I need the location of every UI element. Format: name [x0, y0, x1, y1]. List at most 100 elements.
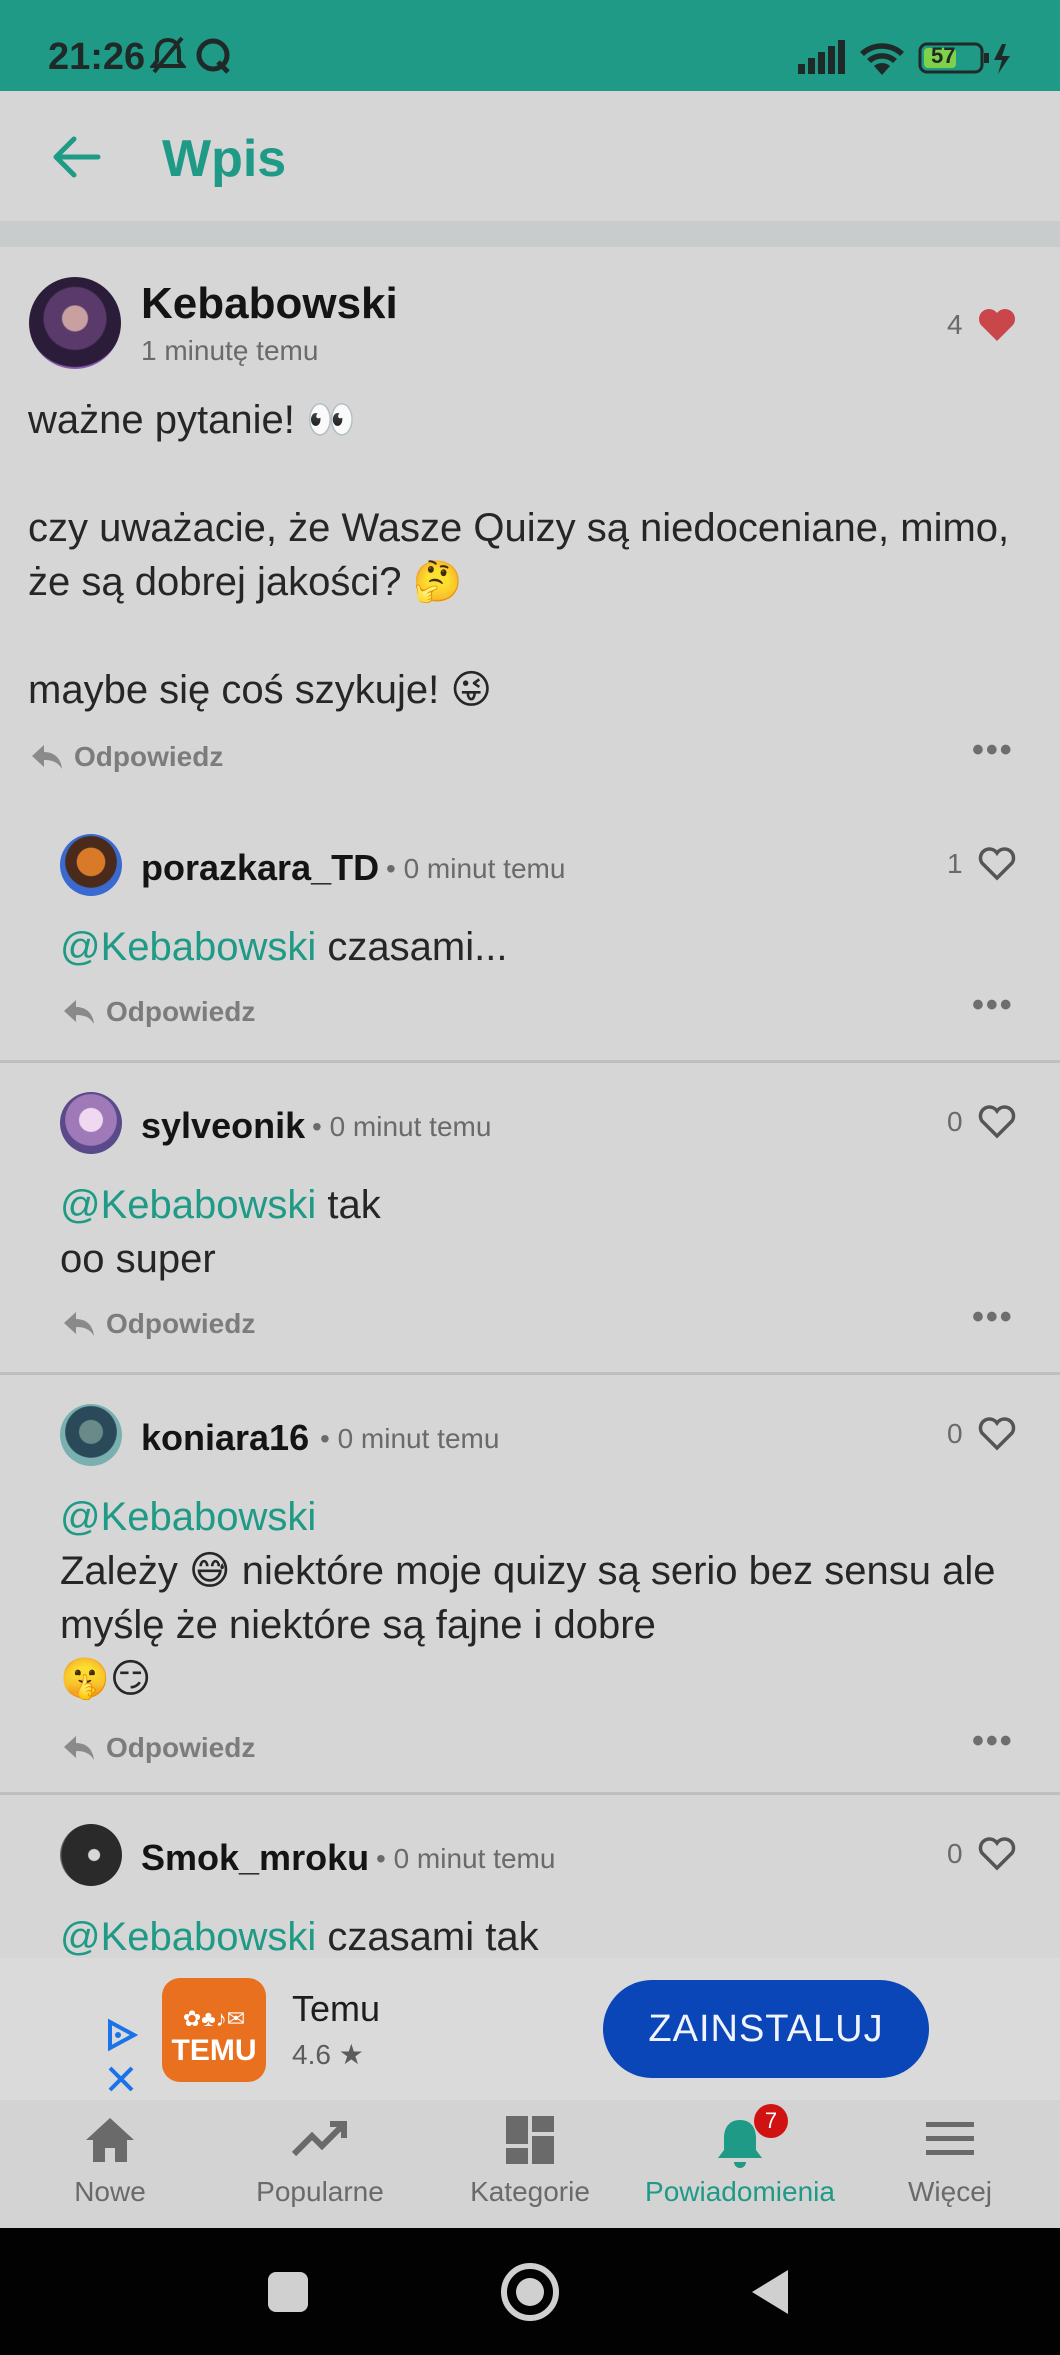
- home-button[interactable]: [500, 2262, 560, 2327]
- heart-outline-icon: [978, 1105, 1015, 1139]
- comment: koniara16 • 0 minut temu 0 @Kebabowski Z…: [0, 1380, 1060, 1792]
- reply-button[interactable]: Odpowiedz: [62, 1732, 255, 1764]
- post: Kebabowski 1 minutę temu 4 ważne pytanie…: [0, 247, 1060, 807]
- app-q-icon: [194, 36, 234, 81]
- comment-text: Zależy 😅 niektóre moje quizy są serio be…: [60, 1549, 996, 1701]
- comment-divider: [0, 1060, 1060, 1063]
- reply-label: Odpowiedz: [106, 1732, 256, 1763]
- back-button[interactable]: [748, 2266, 792, 2323]
- avatar[interactable]: [60, 1404, 122, 1466]
- comment-author[interactable]: koniara16: [141, 1417, 309, 1459]
- heart-outline-icon: [978, 847, 1015, 881]
- reply-button[interactable]: Odpowiedz: [30, 741, 223, 773]
- avatar[interactable]: [29, 277, 121, 369]
- comment-divider: [0, 1372, 1060, 1375]
- page-title: Wpis: [162, 130, 287, 188]
- nav-item-powiadomienia[interactable]: 7 Powiadomienia: [640, 2100, 840, 2228]
- dashboard-icon: [504, 2114, 556, 2171]
- comment-body: @Kebabowski tak oo super: [60, 1178, 1020, 1286]
- reply-label: Odpowiedz: [106, 996, 256, 1027]
- like-count: 0: [947, 1838, 963, 1869]
- section-divider: [0, 221, 1060, 247]
- battery-icon: 57: [918, 42, 1014, 81]
- more-options-icon[interactable]: •••: [972, 731, 1014, 770]
- menu-icon: [922, 2114, 978, 2167]
- comment: sylveonik • 0 minut temu 0 @Kebabowski t…: [0, 1068, 1060, 1373]
- trending-icon: [290, 2114, 350, 2171]
- mention[interactable]: @Kebabowski: [60, 1183, 316, 1227]
- like-count: 4: [947, 309, 963, 340]
- comment-body: @Kebabowski czasami...: [60, 920, 1020, 974]
- like-count: 0: [947, 1418, 963, 1449]
- nav-label: Powiadomienia: [645, 2176, 835, 2207]
- status-time: 21:26: [48, 36, 146, 78]
- like-button[interactable]: 4: [947, 307, 1017, 343]
- like-button[interactable]: 0: [947, 1104, 1017, 1140]
- like-button[interactable]: 1: [947, 846, 1017, 882]
- reply-button[interactable]: Odpowiedz: [62, 996, 255, 1028]
- notification-badge: 7: [754, 2104, 788, 2138]
- nav-item-popularne[interactable]: Popularne: [220, 2100, 420, 2228]
- nav-item-kategorie[interactable]: Kategorie: [430, 2100, 630, 2228]
- reply-button[interactable]: Odpowiedz: [62, 1308, 255, 1340]
- bottom-nav: Nowe Popularne Kategorie 7 Powiadomienia…: [0, 2100, 1060, 2228]
- comment: Smok_mroku • 0 minut temu 0 @Kebabowski …: [0, 1800, 1060, 1958]
- nav-item-nowe[interactable]: Nowe: [10, 2100, 210, 2228]
- post-body: ważne pytanie! 👀 czy uważacie, że Wasze …: [28, 398, 1010, 712]
- reply-icon: [64, 1312, 94, 1336]
- home-icon: [82, 2114, 138, 2171]
- wifi-icon: [858, 40, 906, 81]
- like-button[interactable]: 0: [947, 1416, 1017, 1452]
- ad-banner[interactable]: ✿♣♪✉ TEMU Temu 4.6 ★ ZAINSTALUJ: [0, 1958, 1060, 2100]
- comment-time: • 0 minut temu: [386, 853, 566, 884]
- comment-body: @Kebabowski czasami tak: [60, 1910, 1020, 1958]
- avatar[interactable]: [60, 1092, 122, 1154]
- close-ad-icon[interactable]: [106, 2064, 136, 2099]
- system-nav-bar: [0, 2228, 1060, 2355]
- ad-app-name: Temu: [292, 1988, 381, 2029]
- ad-rating: 4.6 ★: [292, 2039, 364, 2070]
- nav-label: Więcej: [907, 2176, 992, 2207]
- more-options-icon[interactable]: •••: [972, 986, 1014, 1025]
- temu-logo-text: TEMU: [171, 2034, 257, 2067]
- comment-author[interactable]: Smok_mroku: [141, 1837, 369, 1879]
- heart-outline-icon: [978, 1417, 1015, 1451]
- mention[interactable]: @Kebabowski: [60, 925, 316, 969]
- battery-level: 57: [931, 43, 956, 68]
- reply-label: Odpowiedz: [106, 1308, 256, 1339]
- comment-author[interactable]: sylveonik: [141, 1105, 305, 1147]
- post-author[interactable]: Kebabowski: [141, 279, 398, 329]
- comment: porazkara_TD • 0 minut temu 1 @Kebabowsk…: [0, 812, 1060, 1060]
- avatar[interactable]: [60, 834, 122, 896]
- comment-author[interactable]: porazkara_TD: [141, 847, 379, 889]
- temu-logo: ✿♣♪✉ TEMU: [162, 1978, 266, 2082]
- more-options-icon[interactable]: •••: [972, 1722, 1014, 1761]
- heart-outline-icon: [978, 1837, 1015, 1871]
- mention[interactable]: @Kebabowski: [60, 1915, 316, 1958]
- reply-icon: [32, 745, 62, 769]
- nav-label: Popularne: [256, 2176, 384, 2207]
- nav-item-wiecej[interactable]: Więcej: [850, 2100, 1050, 2228]
- signal-icon: [796, 40, 846, 79]
- like-count: 0: [947, 1106, 963, 1137]
- post-time: 1 minutę temu: [141, 335, 319, 366]
- back-arrow-icon[interactable]: [48, 129, 104, 190]
- like-button[interactable]: 0: [947, 1836, 1017, 1872]
- avatar[interactable]: [60, 1824, 122, 1886]
- ad-choices-icon[interactable]: [104, 2018, 139, 2057]
- comment-time: • 0 minut temu: [312, 1111, 492, 1142]
- reply-icon: [64, 1736, 94, 1760]
- comment-text: czasami tak: [316, 1915, 539, 1958]
- nav-label: Nowe: [74, 2176, 146, 2207]
- nav-label: Kategorie: [470, 2176, 590, 2207]
- mute-bell-icon: [148, 36, 188, 81]
- mention[interactable]: @Kebabowski: [60, 1495, 316, 1539]
- install-button[interactable]: ZAINSTALUJ: [603, 1980, 929, 2078]
- more-options-icon[interactable]: •••: [972, 1298, 1014, 1337]
- recents-button[interactable]: [266, 2270, 310, 2319]
- heart-filled-icon: [978, 309, 1015, 341]
- comment-time: • 0 minut temu: [376, 1843, 556, 1874]
- reply-label: Odpowiedz: [74, 741, 224, 772]
- app-bar: Wpis: [0, 91, 1060, 221]
- like-count: 1: [947, 848, 963, 879]
